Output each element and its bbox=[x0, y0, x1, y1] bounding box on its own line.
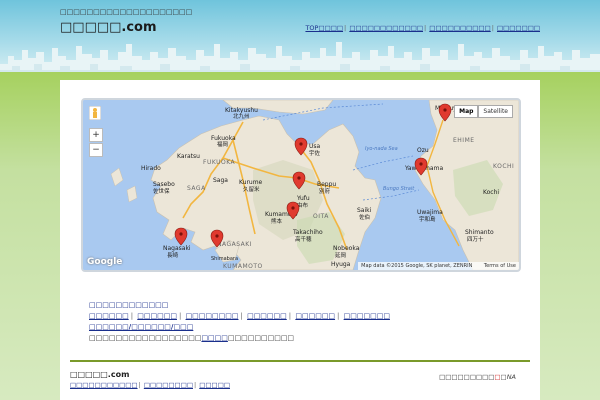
place-label: 高千穂 bbox=[295, 235, 312, 243]
map-marker-dot bbox=[443, 108, 447, 112]
region-label: KUMAMOTO bbox=[223, 263, 263, 270]
map-type-control: Map Satellite bbox=[454, 105, 513, 118]
main-content: FUKUOKA SAGA NAGASAKI KUMAMOTO OITA EHIM… bbox=[60, 80, 540, 400]
link-row-text: □□□□□□□□□□□□□□□□□ bbox=[89, 334, 202, 342]
footer-divider bbox=[70, 360, 530, 362]
place-label: Yufu bbox=[296, 195, 310, 202]
embedded-map[interactable]: FUKUOKA SAGA NAGASAKI KUMAMOTO OITA EHIM… bbox=[81, 98, 521, 272]
footer-credit-na: □NA bbox=[500, 373, 516, 381]
place-label: Fukuoka bbox=[211, 135, 236, 142]
place-label: Sasebo bbox=[153, 181, 175, 188]
link-item[interactable]: □□□□□□□□ bbox=[186, 312, 239, 320]
map-type-satellite-button[interactable]: Satellite bbox=[478, 105, 513, 118]
map-marker-dot bbox=[215, 234, 219, 238]
zoom-out-button[interactable]: − bbox=[89, 143, 103, 157]
place-label: Karatsu bbox=[177, 153, 200, 160]
map-marker-dot bbox=[297, 176, 301, 180]
link-row-text: □□□□□□□□□□ bbox=[227, 334, 295, 342]
place-label: 延岡 bbox=[335, 251, 347, 259]
sea-label: Bungo Strait bbox=[383, 186, 415, 192]
footer-credit-text: □□□□□□□□□ bbox=[439, 373, 495, 381]
top-navigation: TOP□□□□| □□□□□□□□□□□□| □□□□□□□□□□| □□□□□… bbox=[305, 24, 540, 32]
place-label: Shimabara bbox=[211, 256, 238, 262]
footer-link[interactable]: □□□□□□□□□□□ bbox=[70, 381, 138, 389]
map-marker-dot bbox=[179, 232, 183, 236]
place-label: 佐伯 bbox=[359, 213, 370, 221]
place-label: Nagasaki bbox=[163, 245, 191, 252]
place-label: Takachiho bbox=[292, 229, 323, 236]
footer-links: □□□□□□□□□□□| □□□□□□□□| □□□□□ bbox=[70, 381, 230, 389]
region-label: KOCHI bbox=[493, 163, 514, 170]
link-list-heading: □□□□□□□□□□□□ bbox=[89, 301, 169, 309]
place-label: 別府 bbox=[319, 187, 331, 195]
place-label: Kurume bbox=[239, 179, 263, 186]
place-label: 久留米 bbox=[243, 185, 260, 193]
place-label: 長崎 bbox=[167, 251, 179, 259]
map-data-text: Map data ©2015 Google, SK planet, ZENRIN bbox=[361, 263, 473, 269]
place-label: Hirado bbox=[141, 165, 161, 172]
footer-site-title[interactable]: □□□□□.com bbox=[70, 370, 129, 379]
nav-link-3[interactable]: □□□□□□□□□□ bbox=[429, 24, 490, 32]
link-item[interactable]: □□□□ bbox=[201, 334, 227, 342]
map-attribution: Map data ©2015 Google, SK planet, ZENRIN… bbox=[358, 262, 519, 270]
place-label: Usa bbox=[309, 143, 321, 150]
pegman-icon[interactable] bbox=[88, 105, 102, 121]
google-logo[interactable]: Google bbox=[87, 257, 122, 267]
sea-label: Iyo-nada Sea bbox=[365, 146, 398, 152]
header: □□□□□□□□□□□□□□□□□□□□ □□□□□.com TOP□□□□| … bbox=[0, 0, 600, 78]
place-label: 宇佐 bbox=[309, 149, 321, 157]
footer-link[interactable]: □□□□□ bbox=[199, 381, 230, 389]
place-label: Saiki bbox=[357, 207, 372, 214]
place-label: Shimanto bbox=[465, 229, 494, 236]
map-canvas[interactable]: FUKUOKA SAGA NAGASAKI KUMAMOTO OITA EHIM… bbox=[83, 100, 519, 270]
map-zoom-controls: + − bbox=[88, 105, 103, 157]
region-label: EHIME bbox=[453, 137, 475, 144]
place-label: 熊本 bbox=[271, 217, 283, 225]
place-label: Ozu bbox=[417, 147, 429, 154]
place-label: Hyuga bbox=[331, 261, 351, 268]
place-label: 北九州 bbox=[233, 112, 250, 120]
place-label: 佐世保 bbox=[153, 187, 170, 195]
place-label: Beppu bbox=[317, 181, 336, 188]
link-list: □□□□□□□□□□□□ □□□□□□ | □□□□□□ | □□□□□□□□ | □… bbox=[89, 300, 390, 344]
link-row-3: □□□□□□□□□□□□□□□□□□□□□□□□□□□□□□□ bbox=[89, 333, 390, 344]
nav-link-top[interactable]: TOP□□□□ bbox=[305, 24, 343, 32]
place-label: 福岡 bbox=[217, 140, 229, 148]
map-type-map-button[interactable]: Map bbox=[454, 105, 479, 118]
map-marker-dot bbox=[419, 162, 423, 166]
footer-credit: □□□□□□□□□□□NA bbox=[439, 373, 516, 381]
link-row-2: □□□□□□/□□□□□□/□□□ bbox=[89, 322, 390, 333]
place-label: Kitakyushu bbox=[225, 107, 258, 114]
region-label: FUKUOKA bbox=[203, 159, 236, 166]
region-label: SAGA bbox=[187, 185, 206, 192]
nav-link-2[interactable]: □□□□□□□□□□□□ bbox=[349, 24, 423, 32]
footer-link[interactable]: □□□□□□□□ bbox=[144, 381, 193, 389]
map-marker-dot bbox=[291, 206, 295, 210]
site-title[interactable]: □□□□□.com bbox=[60, 20, 157, 35]
nav-link-4[interactable]: □□□□□□□ bbox=[497, 24, 540, 32]
link-row-1: □□□□□□ | □□□□□□ | □□□□□□□□ | □□□□□□ | □□□□□□… bbox=[89, 312, 390, 320]
site-tagline: □□□□□□□□□□□□□□□□□□□□ bbox=[60, 8, 193, 16]
place-label: Uwajima bbox=[417, 209, 443, 216]
place-label: 四万十 bbox=[467, 235, 484, 243]
link-item[interactable]: □□□□□□/□□□□□□/□□□ bbox=[89, 323, 193, 331]
terms-of-use-link[interactable]: Terms of Use bbox=[484, 263, 516, 269]
city-skyline bbox=[0, 42, 600, 78]
link-item[interactable]: □□□□□□ bbox=[89, 312, 129, 320]
region-label: NAGASAKI bbox=[217, 241, 252, 248]
zoom-in-button[interactable]: + bbox=[89, 128, 103, 142]
place-label: 宇和島 bbox=[419, 215, 436, 223]
place-label: Kochi bbox=[483, 189, 499, 196]
region-label: OITA bbox=[313, 213, 329, 220]
link-item[interactable]: □□□□□□ bbox=[247, 312, 287, 320]
place-label: Saga bbox=[213, 177, 228, 184]
place-label: Nobeoka bbox=[333, 245, 360, 252]
link-item[interactable]: □□□□□□ bbox=[295, 312, 335, 320]
link-item[interactable]: □□□□□□□ bbox=[344, 312, 390, 320]
map-marker-dot bbox=[299, 142, 303, 146]
link-item[interactable]: □□□□□□ bbox=[137, 312, 177, 320]
